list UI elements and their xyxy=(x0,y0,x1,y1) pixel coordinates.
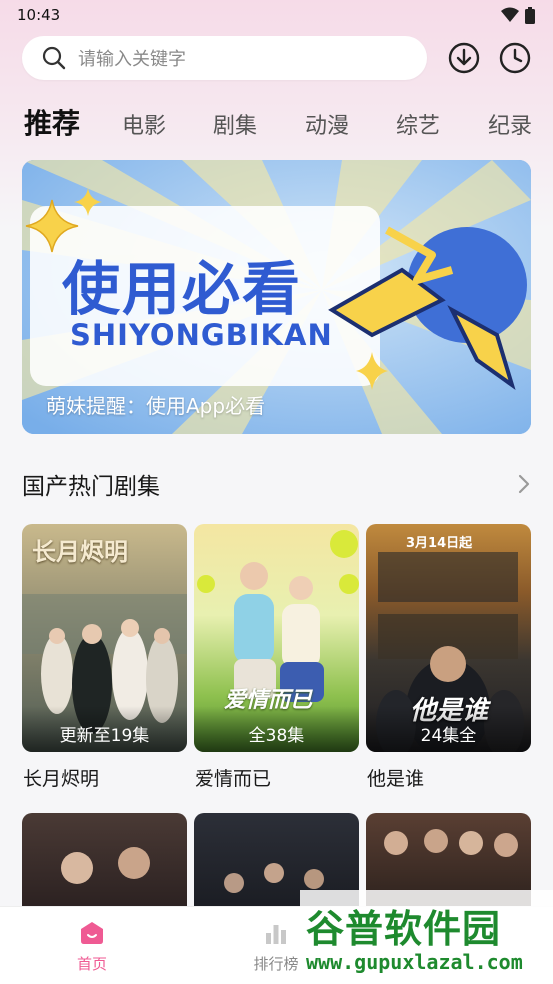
nav-home[interactable]: 首页 xyxy=(52,907,132,984)
show-poster[interactable] xyxy=(22,813,187,913)
chevron-right-icon[interactable] xyxy=(517,473,531,495)
download-icon xyxy=(448,42,480,74)
tab-movies[interactable]: 电影 xyxy=(122,108,166,140)
show-poster[interactable]: 长月烬明 更新至19集 xyxy=(22,524,187,752)
tab-recommend[interactable]: 推荐 xyxy=(24,102,80,142)
banner-caption: 萌妹提醒：使用App必看 xyxy=(46,394,266,418)
show-poster[interactable]: 3月14日起 他是谁 24集全 xyxy=(366,524,531,752)
promo-banner[interactable]: 使用必看 SHIYONGBIKAN 萌妹提醒：使用App必看 xyxy=(22,160,531,434)
show-title[interactable]: 长月烬明 xyxy=(22,764,187,791)
section-header[interactable]: 国产热门剧集 xyxy=(22,466,531,502)
wifi-icon xyxy=(501,7,519,22)
search-input[interactable]: 请输入关键字 xyxy=(22,36,427,80)
battery-icon xyxy=(525,6,535,24)
watermark-url: www.gupuxlazal.com xyxy=(306,950,523,974)
show-card[interactable]: 3月14日起 他是谁 24集全 他是谁 xyxy=(366,524,531,791)
poster-title-art: 长月烬明 xyxy=(32,538,128,566)
tab-anime[interactable]: 动漫 xyxy=(305,108,349,140)
watermark-title: 谷普软件园 xyxy=(306,907,502,951)
nav-label: 排行榜 xyxy=(253,955,299,973)
show-card[interactable]: 爱情而已 全38集 爱情而已 xyxy=(194,524,359,791)
history-button[interactable] xyxy=(498,41,532,75)
clock-icon xyxy=(499,42,531,74)
search-placeholder: 请输入关键字 xyxy=(78,49,186,70)
poster-artwork xyxy=(61,847,150,884)
show-title[interactable]: 爱情而已 xyxy=(194,764,359,791)
category-tabs: 推荐 电影 剧集 动漫 综艺 纪录 xyxy=(0,96,553,148)
show-title[interactable]: 他是谁 xyxy=(366,764,531,791)
episode-badge: 24集全 xyxy=(366,706,531,752)
tab-variety[interactable]: 综艺 xyxy=(396,108,440,140)
episode-badge: 全38集 xyxy=(194,706,359,752)
nav-label: 首页 xyxy=(76,955,107,973)
search-icon xyxy=(42,46,66,70)
section-title: 国产热门剧集 xyxy=(22,474,160,500)
tab-series[interactable]: 剧集 xyxy=(213,108,257,140)
show-poster[interactable]: 爱情而已 全38集 xyxy=(194,524,359,752)
tab-documentary[interactable]: 纪录 xyxy=(488,108,532,140)
banner-subtitle: SHIYONGBIKAN xyxy=(70,318,333,352)
home-icon xyxy=(81,922,103,944)
episode-badge: 更新至19集 xyxy=(22,706,187,752)
search-row: 请输入关键字 xyxy=(22,35,532,81)
status-icons xyxy=(501,6,535,24)
poster-date: 3月14日起 xyxy=(406,536,473,551)
show-card[interactable]: 长月烬明 更新至19集 长月烬明 xyxy=(22,524,187,791)
status-bar: 10:43 xyxy=(0,0,553,30)
download-button[interactable] xyxy=(447,41,481,75)
bar-chart-icon xyxy=(266,925,286,944)
watermark: 谷普软件园 www.gupuxlazal.com xyxy=(300,890,553,984)
banner-title: 使用必看 xyxy=(62,255,303,323)
status-time: 10:43 xyxy=(17,6,61,24)
